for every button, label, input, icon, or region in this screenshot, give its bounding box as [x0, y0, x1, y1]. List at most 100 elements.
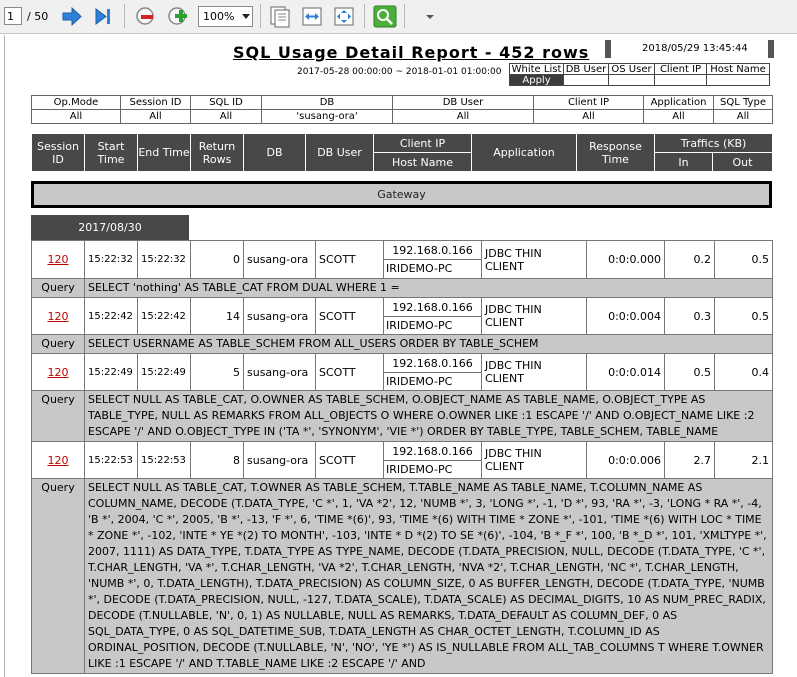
report-viewer-toolbar: 1 / 50 100% [0, 0, 797, 34]
client-ip-value: 192.168.0.166 [384, 444, 481, 461]
sql-detail-table: 120 15:22:32 15:22:32 0 susang-ora SCOTT… [31, 240, 773, 674]
db-cell: susang-ora [243, 353, 316, 391]
fit-width-button[interactable] [300, 5, 324, 28]
next-page-button[interactable] [60, 5, 84, 28]
col-db: DB [243, 133, 306, 172]
fit-page-button[interactable] [332, 5, 356, 28]
page-layout-icon [270, 6, 290, 28]
zoom-in-button[interactable] [166, 5, 190, 28]
zoom-out-button[interactable] [134, 5, 158, 28]
client-ip-cell: 192.168.0.166 IRIDEMO-PC [383, 240, 482, 279]
whitelist-hostname-value [706, 74, 770, 86]
filter-clientip-value: All [533, 109, 644, 124]
query-label: Query [31, 334, 85, 354]
return-rows-cell: 5 [190, 353, 244, 391]
zoom-level-select[interactable]: 100% [198, 6, 253, 27]
session-id-link[interactable]: 120 [48, 310, 69, 323]
db-cell: susang-ora [243, 240, 316, 279]
chevron-down-icon [242, 14, 250, 19]
db-cell: susang-ora [243, 441, 316, 479]
db-user-cell: SCOTT [315, 441, 384, 479]
start-time-cell: 15:22:53 [84, 441, 138, 479]
filter-table: Op.Mode Session ID SQL ID DB DB User Cli… [31, 95, 773, 124]
db-user-cell: SCOTT [315, 297, 384, 335]
response-time-cell: 0:0:0.000 [586, 240, 665, 279]
session-id-link[interactable]: 120 [48, 366, 69, 379]
client-ip-value: 192.168.0.166 [384, 356, 481, 373]
zoom-out-icon [136, 7, 154, 25]
application-cell: JDBC THIN CLIENT [481, 441, 587, 479]
application-cell: JDBC THIN CLIENT [481, 240, 587, 279]
filter-sqltype-header: SQL Type [713, 95, 773, 110]
timestamp-marker-right [768, 40, 774, 58]
response-time-cell: 0:0:0.006 [586, 441, 665, 479]
col-return-rows: Return Rows [190, 133, 244, 172]
page-number-input[interactable]: 1 [4, 7, 22, 25]
query-label: Query [31, 478, 85, 674]
filter-sqlid-value: All [190, 109, 262, 124]
col-end-time: End Time [137, 133, 191, 172]
db-user-cell: SCOTT [315, 240, 384, 279]
traffic-out-cell: 0.5 [714, 240, 773, 279]
return-rows-cell: 8 [190, 441, 244, 479]
response-time-cell: 0:0:0.014 [586, 353, 665, 391]
start-time-cell: 15:22:32 [84, 240, 138, 279]
filter-session-header: Session ID [120, 95, 191, 110]
query-text: SELECT USERNAME AS TABLE_SCHEM FROM ALL_… [84, 334, 773, 354]
query-row: Query SELECT 'nothing' AS TABLE_CAT FROM… [31, 278, 773, 298]
col-traffics: Traffics (KB) [654, 133, 773, 153]
host-name-value: IRIDEMO-PC [386, 318, 453, 332]
timestamp-marker-left [605, 40, 611, 58]
filter-application-value: All [643, 109, 714, 124]
whitelist-clientip-value [654, 74, 707, 86]
application-cell: JDBC THIN CLIENT [481, 353, 587, 391]
filter-opmode-value: All [31, 109, 121, 124]
traffic-in-cell: 2.7 [664, 441, 715, 479]
filter-sqltype-value: All [713, 109, 773, 124]
col-traffic-in: In [654, 152, 713, 172]
report-title: SQL Usage Detail Report - 452 rows [233, 43, 590, 62]
last-page-icon [95, 8, 110, 25]
filter-db-value: 'susang-ora' [261, 109, 393, 124]
traffic-in-cell: 0.5 [664, 353, 715, 391]
session-id-link[interactable]: 120 [48, 454, 69, 467]
end-time-cell: 15:22:32 [137, 240, 191, 279]
page-layout-button[interactable] [268, 5, 292, 28]
start-time-cell: 15:22:42 [84, 297, 138, 335]
host-name-value: IRIDEMO-PC [386, 374, 453, 388]
client-ip-cell: 192.168.0.166 IRIDEMO-PC [383, 297, 482, 335]
query-row: Query SELECT USERNAME AS TABLE_SCHEM FRO… [31, 334, 773, 354]
response-time-cell: 0:0:0.004 [586, 297, 665, 335]
report-timestamp: 2018/05/29 13:45:44 [642, 43, 748, 54]
host-name-value: IRIDEMO-PC [386, 262, 453, 275]
filter-dbuser-header: DB User [392, 95, 534, 110]
more-options-button[interactable] [418, 5, 442, 28]
chevron-down-icon [426, 15, 434, 19]
search-icon [373, 5, 397, 28]
session-id-cell: 120 [31, 441, 85, 479]
table-row: 120 15:22:42 15:22:42 14 susang-ora SCOT… [31, 297, 773, 335]
col-db-user: DB User [305, 133, 374, 172]
last-page-button[interactable] [91, 5, 115, 28]
zoom-in-icon [168, 7, 187, 25]
query-text: SELECT 'nothing' AS TABLE_CAT FROM DUAL … [84, 278, 773, 298]
search-button[interactable] [373, 5, 397, 28]
page-total-label: / 50 [27, 10, 49, 23]
start-time-cell: 15:22:49 [84, 353, 138, 391]
whitelist-dbuser-value [563, 74, 609, 86]
table-row: 120 15:22:49 15:22:49 5 susang-ora SCOTT… [31, 353, 773, 391]
host-name-value: IRIDEMO-PC [386, 462, 453, 476]
col-host-name: Host Name [373, 152, 472, 172]
col-traffic-out: Out [712, 152, 773, 172]
col-session-id: Session ID [31, 133, 85, 172]
traffic-out-cell: 2.1 [714, 441, 773, 479]
date-group-header: 2017/08/30 [31, 215, 189, 240]
whitelist-apply: Apply [509, 74, 564, 86]
session-id-link[interactable]: 120 [48, 253, 69, 266]
traffic-out-cell: 0.4 [714, 353, 773, 391]
db-user-cell: SCOTT [315, 353, 384, 391]
end-time-cell: 15:22:49 [137, 353, 191, 391]
client-ip-cell: 192.168.0.166 IRIDEMO-PC [383, 353, 482, 391]
filter-dbuser-value: All [392, 109, 534, 124]
fit-width-icon [302, 7, 322, 26]
